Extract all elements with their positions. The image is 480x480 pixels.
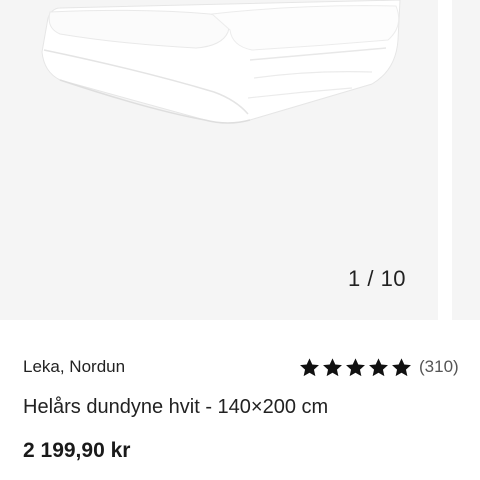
product-image-gallery[interactable]: 1 / 10 xyxy=(0,0,480,320)
star-icon xyxy=(346,357,365,376)
product-rating[interactable]: (310) xyxy=(299,356,459,378)
product-price: 2 199,90 kr xyxy=(23,439,131,462)
product-brand[interactable]: Leka, Nordun xyxy=(23,357,125,377)
star-icon xyxy=(392,357,411,376)
gallery-slide[interactable]: 1 / 10 xyxy=(0,0,438,320)
next-slide-peek[interactable] xyxy=(452,0,480,320)
rating-stars xyxy=(299,357,412,378)
review-count: (310) xyxy=(419,357,459,376)
star-icon xyxy=(323,357,342,376)
product-title[interactable]: Helårs dundyne hvit - 140×200 cm xyxy=(23,396,328,419)
star-icon xyxy=(369,357,388,376)
gallery-counter: 1 / 10 xyxy=(348,266,407,291)
star-icon xyxy=(300,357,319,376)
